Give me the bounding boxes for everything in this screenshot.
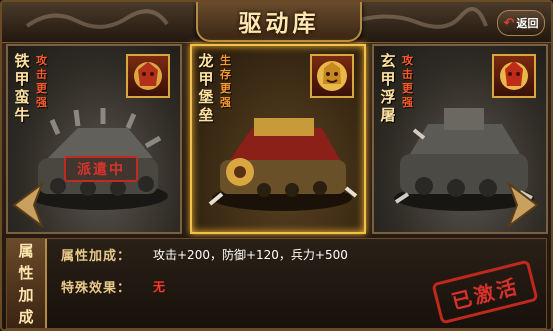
title-plate: 驱动库 xyxy=(196,2,362,42)
back-arrow-icon: ↶ xyxy=(503,15,515,31)
deployed-status-stamp: 派遣中 xyxy=(64,156,138,182)
attribute-bonus-label: 属性加成： xyxy=(61,249,132,264)
attribute-tab-label: 属性加成 xyxy=(18,241,34,326)
special-effect-label: 特殊效果： xyxy=(61,281,132,296)
special-effect-value: 无 xyxy=(153,280,166,294)
next-arrow-icon[interactable] xyxy=(503,182,543,228)
drive-library-window: 驱动库 ↶ 返回 铁甲蛮牛 攻击更强 派遣中 龙甲堡垒 生存更强 玄甲浮屠 攻击… xyxy=(0,0,553,331)
attribute-panel: 属性加成 属性加成： 攻击+200，防御+120，兵力+500 特殊效果： 无 … xyxy=(6,238,547,329)
lion-emblem-icon xyxy=(310,54,354,98)
dragon-fortress-tank-icon xyxy=(208,118,358,211)
back-button-label: 返回 xyxy=(516,17,539,30)
lion-emblem-icon xyxy=(126,54,170,98)
page-title: 驱动库 xyxy=(238,10,320,37)
title-bar: 驱动库 ↶ 返回 xyxy=(2,2,551,43)
vehicle-carousel: 铁甲蛮牛 攻击更强 派遣中 龙甲堡垒 生存更强 玄甲浮屠 攻击更强 xyxy=(6,44,548,234)
back-button[interactable]: ↶ 返回 xyxy=(497,10,545,36)
attribute-tab[interactable]: 属性加成 xyxy=(7,239,47,328)
activated-stamp: 已激活 xyxy=(431,259,539,325)
attribute-bonus-row: 属性加成： 攻击+200，防御+120，兵力+500 xyxy=(61,245,348,264)
dragon-ornament-right xyxy=(345,6,488,29)
special-effect-row: 特殊效果： 无 xyxy=(61,277,165,296)
lion-emblem-icon xyxy=(492,54,536,98)
attribute-bonus-value: 攻击+200，防御+120，兵力+500 xyxy=(153,248,348,262)
previous-arrow-icon[interactable] xyxy=(8,182,48,228)
dragon-ornament-left xyxy=(25,9,169,29)
vehicle-card-dragon-fortress[interactable]: 龙甲堡垒 生存更强 xyxy=(190,44,366,234)
